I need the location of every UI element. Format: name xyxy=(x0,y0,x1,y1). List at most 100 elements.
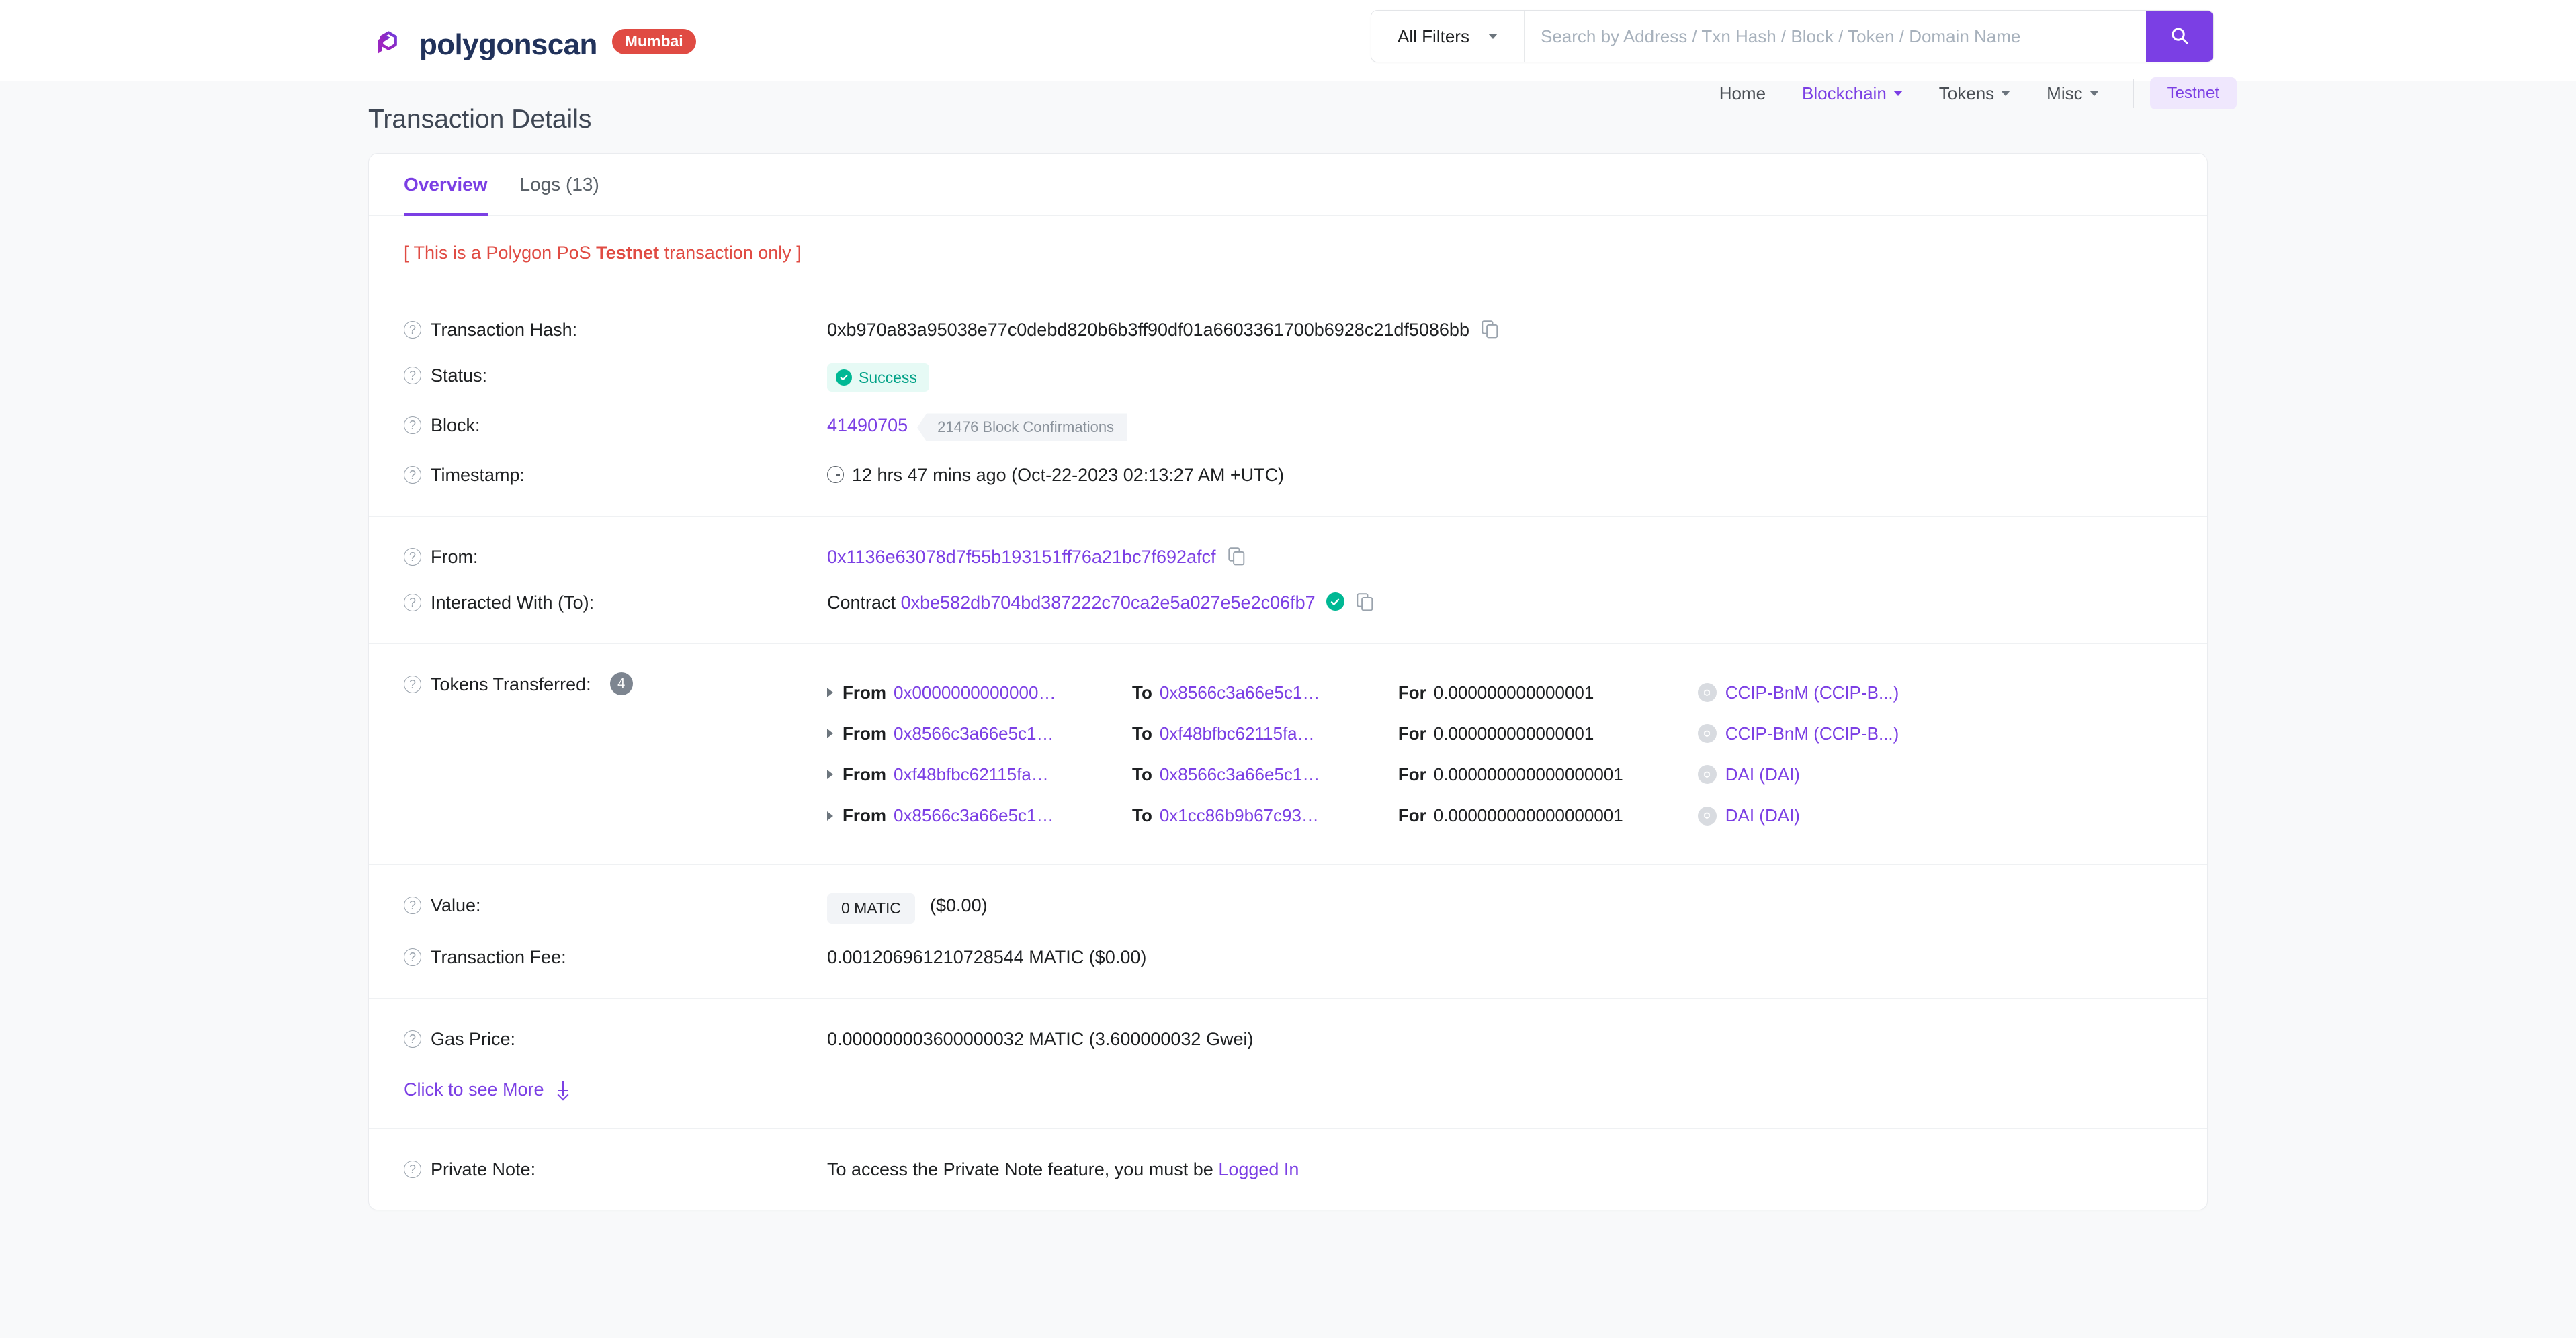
help-icon[interactable]: ? xyxy=(404,594,421,612)
token-to-address-link[interactable]: 0xf48bfbc62115fa… xyxy=(1160,723,1315,744)
expand-triangle-icon[interactable] xyxy=(827,770,833,780)
row-timestamp-label-wrap: ? Timestamp: xyxy=(404,463,827,487)
row-timestamp-value-wrap: 12 hrs 47 mins ago (Oct-22-2023 02:13:27… xyxy=(827,463,2172,487)
detail-group-gas: ? Gas Price: 0.000000003600000032 MATIC … xyxy=(369,999,2207,1129)
row-gas-price-value-wrap: 0.000000003600000032 MATIC (3.600000032 … xyxy=(827,1027,2172,1051)
verified-contract-icon xyxy=(1326,592,1344,611)
chevron-down-icon xyxy=(2001,91,2011,96)
network-switch-button[interactable]: Testnet xyxy=(2149,77,2237,109)
search-input[interactable] xyxy=(1525,11,2146,62)
clock-icon xyxy=(827,466,844,484)
row-spacer xyxy=(404,1062,2172,1069)
token-transfer-row: From 0x0000000000000… To 0x8566c3a66e5c1… xyxy=(827,672,2172,713)
expand-triangle-icon[interactable] xyxy=(827,688,833,698)
token-from-address-link[interactable]: 0x8566c3a66e5c1… xyxy=(894,723,1054,744)
search-filter-select[interactable]: All Filters xyxy=(1371,11,1525,62)
from-address-link[interactable]: 0x1136e63078d7f55b193151ff76a21bc7f692af… xyxy=(827,545,1216,569)
testnet-notice: [ This is a Polygon PoS Testnet transact… xyxy=(369,216,2207,289)
copy-icon[interactable] xyxy=(1482,320,1499,340)
tab-overview-label: Overview xyxy=(404,173,488,195)
nav-item-home[interactable]: Home xyxy=(1701,85,1784,102)
arrow-down-icon xyxy=(556,1081,570,1100)
row-transaction-fee-value-wrap: 0.001206961210728544 MATIC ($0.00) xyxy=(827,945,2172,969)
row-transaction-hash-label: Transaction Hash: xyxy=(431,320,578,340)
help-icon[interactable]: ? xyxy=(404,675,421,693)
contract-address-link[interactable]: 0xbe582db704bd387222c70ca2e5a027e5e2c06f… xyxy=(901,590,1316,615)
testnet-notice-prefix: [ This is a Polygon PoS xyxy=(404,242,597,263)
nav-item-blockchain-label: Blockchain xyxy=(1802,83,1887,103)
expand-triangle-icon[interactable] xyxy=(827,729,833,739)
transaction-details-card: Overview Logs (13) [ This is a Polygon P… xyxy=(368,153,2208,1211)
help-icon[interactable]: ? xyxy=(404,1030,421,1048)
tab-overview[interactable]: Overview xyxy=(404,154,504,216)
row-private-note-label: Private Note: xyxy=(431,1159,536,1179)
tab-logs[interactable]: Logs (13) xyxy=(504,154,615,215)
token-for-key: For xyxy=(1398,764,1426,785)
row-status-value-wrap: Success xyxy=(827,363,2172,392)
token-amount: 0.000000000000001 xyxy=(1433,682,1594,703)
nav-item-tokens[interactable]: Tokens xyxy=(1921,85,2028,102)
row-from-value-wrap: 0x1136e63078d7f55b193151ff76a21bc7f692af… xyxy=(827,545,2172,569)
token-from-key: From xyxy=(843,764,886,785)
help-icon[interactable]: ? xyxy=(404,547,421,566)
help-icon[interactable]: ? xyxy=(404,416,421,435)
token-to-address-link[interactable]: 0x8566c3a66e5c1… xyxy=(1160,764,1320,785)
nav-item-misc[interactable]: Misc xyxy=(2028,85,2116,102)
row-private-note-value-wrap: To access the Private Note feature, you … xyxy=(827,1157,2172,1181)
token-to-key: To xyxy=(1132,764,1152,785)
token-from-address-link[interactable]: 0x0000000000000… xyxy=(894,682,1056,703)
token-name-link[interactable]: CCIP-BnM (CCIP-B...) xyxy=(1725,681,1899,705)
row-timestamp-label: Timestamp: xyxy=(431,465,525,486)
row-block-label-wrap: ? Block: xyxy=(404,413,827,437)
help-icon[interactable]: ? xyxy=(404,466,421,484)
logged-in-link[interactable]: Logged In xyxy=(1218,1157,1299,1181)
help-icon[interactable]: ? xyxy=(404,367,421,385)
value-amount-pill: 0 MATIC xyxy=(827,893,916,924)
token-to-key: To xyxy=(1132,682,1152,703)
token-logo-icon xyxy=(1697,683,1717,703)
token-to-address-link[interactable]: 0x1cc86b9b67c93… xyxy=(1160,805,1319,826)
help-icon[interactable]: ? xyxy=(404,1161,421,1178)
row-status-label-wrap: ? Status: xyxy=(404,363,827,388)
token-name-link[interactable]: CCIP-BnM (CCIP-B...) xyxy=(1725,722,1899,746)
click-to-see-more-button[interactable]: Click to see More xyxy=(404,1069,2172,1111)
nav-item-blockchain[interactable]: Blockchain xyxy=(1784,85,1921,102)
row-transaction-hash-value-wrap: 0xb970a83a95038e77c0debd820b6b3ff90df01a… xyxy=(827,318,2172,342)
block-number-link[interactable]: 41490705 xyxy=(827,413,908,437)
brand-name: polygonscan xyxy=(419,28,597,61)
token-logo-icon xyxy=(1697,765,1717,785)
private-note-text: To access the Private Note feature, you … xyxy=(827,1159,1213,1179)
token-from-address-link[interactable]: 0xf48bfbc62115fa… xyxy=(894,764,1049,785)
help-icon[interactable]: ? xyxy=(404,897,421,915)
row-status: ? Status: Success xyxy=(404,353,2172,402)
search-button[interactable] xyxy=(2146,11,2213,62)
row-block: ? Block: 41490705 21476 Block Confirmati… xyxy=(404,402,2172,452)
testnet-notice-suffix: transaction only ] xyxy=(659,242,802,263)
tokens-transferred-count-badge: 4 xyxy=(609,672,633,695)
token-to-address-link[interactable]: 0x8566c3a66e5c1… xyxy=(1160,682,1320,703)
chevron-down-icon xyxy=(2089,91,2099,96)
transaction-hash-value: 0xb970a83a95038e77c0debd820b6b3ff90df01a… xyxy=(827,320,1469,340)
row-gas-price-label: Gas Price: xyxy=(431,1028,516,1049)
expand-triangle-icon[interactable] xyxy=(827,811,833,821)
token-name-link[interactable]: DAI (DAI) xyxy=(1725,804,1800,828)
token-from-address-link[interactable]: 0x8566c3a66e5c1… xyxy=(894,805,1054,826)
network-badge: Mumbai xyxy=(611,29,696,54)
help-icon[interactable]: ? xyxy=(404,948,421,967)
row-transaction-fee-label-wrap: ? Transaction Fee: xyxy=(404,945,827,969)
gas-price-value: 0.000000003600000032 MATIC (3.600000032 … xyxy=(827,1028,1254,1049)
copy-icon[interactable] xyxy=(1356,592,1374,613)
page-body: Transaction Details Overview Logs (13) [… xyxy=(0,105,2576,1211)
row-from-label: From: xyxy=(431,546,478,567)
status-badge-label: Success xyxy=(859,368,917,386)
token-logo-icon xyxy=(1697,806,1717,826)
token-name-link[interactable]: DAI (DAI) xyxy=(1725,763,1800,787)
row-block-label: Block: xyxy=(431,415,480,436)
copy-icon[interactable] xyxy=(1228,547,1246,567)
token-for-key: For xyxy=(1398,805,1426,826)
nav-divider xyxy=(2133,79,2134,108)
brand-logo-link[interactable]: polygonscan Mumbai xyxy=(368,26,696,64)
row-value-label-wrap: ? Value: xyxy=(404,893,827,918)
timestamp-value: 12 hrs 47 mins ago (Oct-22-2023 02:13:27… xyxy=(852,465,1285,486)
help-icon[interactable]: ? xyxy=(404,321,421,339)
